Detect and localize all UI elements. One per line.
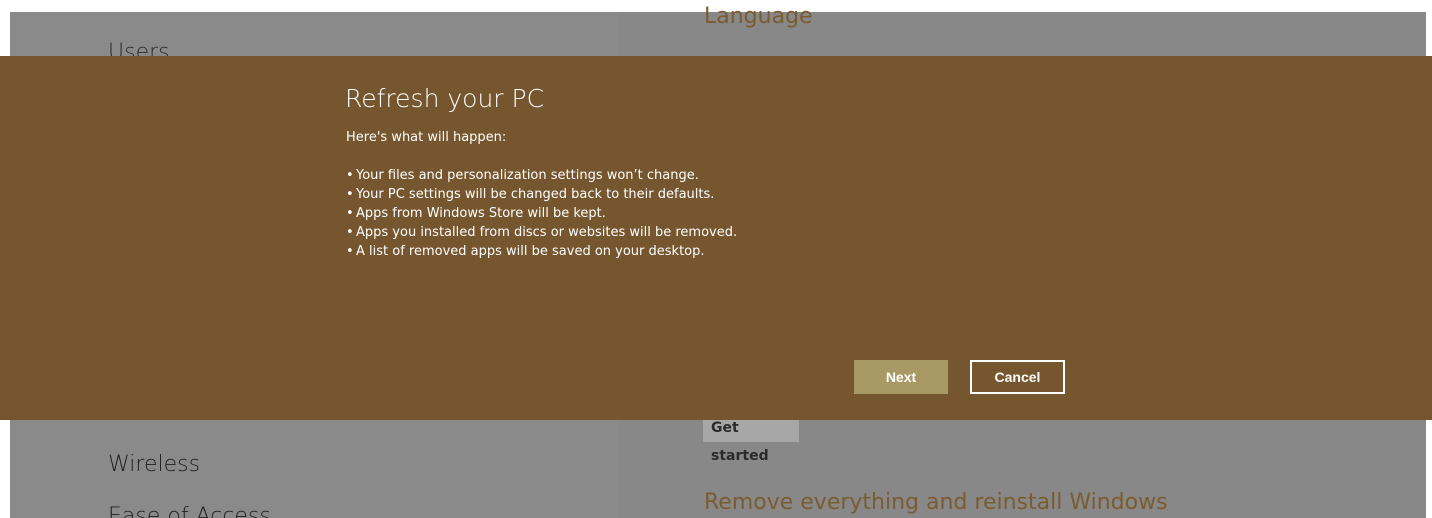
bullet-icon: • xyxy=(346,225,354,240)
bullet-icon: • xyxy=(346,168,354,183)
list-item: • A list of removed apps will be saved on… xyxy=(346,244,705,259)
nav-item-ease-of-access[interactable]: Ease of Access xyxy=(108,504,271,518)
dialog-subtitle: Here's what will happen: xyxy=(346,130,507,145)
list-item: • Your files and personalization settings… xyxy=(346,168,699,183)
language-heading: Language xyxy=(704,4,813,29)
nav-item-wireless[interactable]: Wireless xyxy=(108,452,200,477)
list-item: • Apps you installed from discs or websit… xyxy=(346,225,738,240)
cancel-button[interactable]: Cancel xyxy=(970,360,1065,394)
watermark-icon: ⌒ xyxy=(1138,0,1162,20)
settings-screen: ⌒ Users Language Wireless Ease of Access… xyxy=(0,0,1432,518)
next-button[interactable]: Next xyxy=(854,360,948,394)
bullet-icon: • xyxy=(346,187,354,202)
bullet-icon: • xyxy=(346,244,354,259)
bullet-icon: • xyxy=(346,206,354,221)
remove-everything-heading: Remove everything and reinstall Windows xyxy=(704,490,1168,515)
changes-list: • Your files and personalization settings… xyxy=(346,166,737,261)
dialog-title: Refresh your PC xyxy=(345,84,545,113)
list-item: • Your PC settings will be changed back t… xyxy=(346,187,715,202)
list-item: • Apps from Windows Store will be kept. xyxy=(346,206,606,221)
refresh-pc-dialog: Refresh your PC Here's what will happen:… xyxy=(0,56,1432,420)
